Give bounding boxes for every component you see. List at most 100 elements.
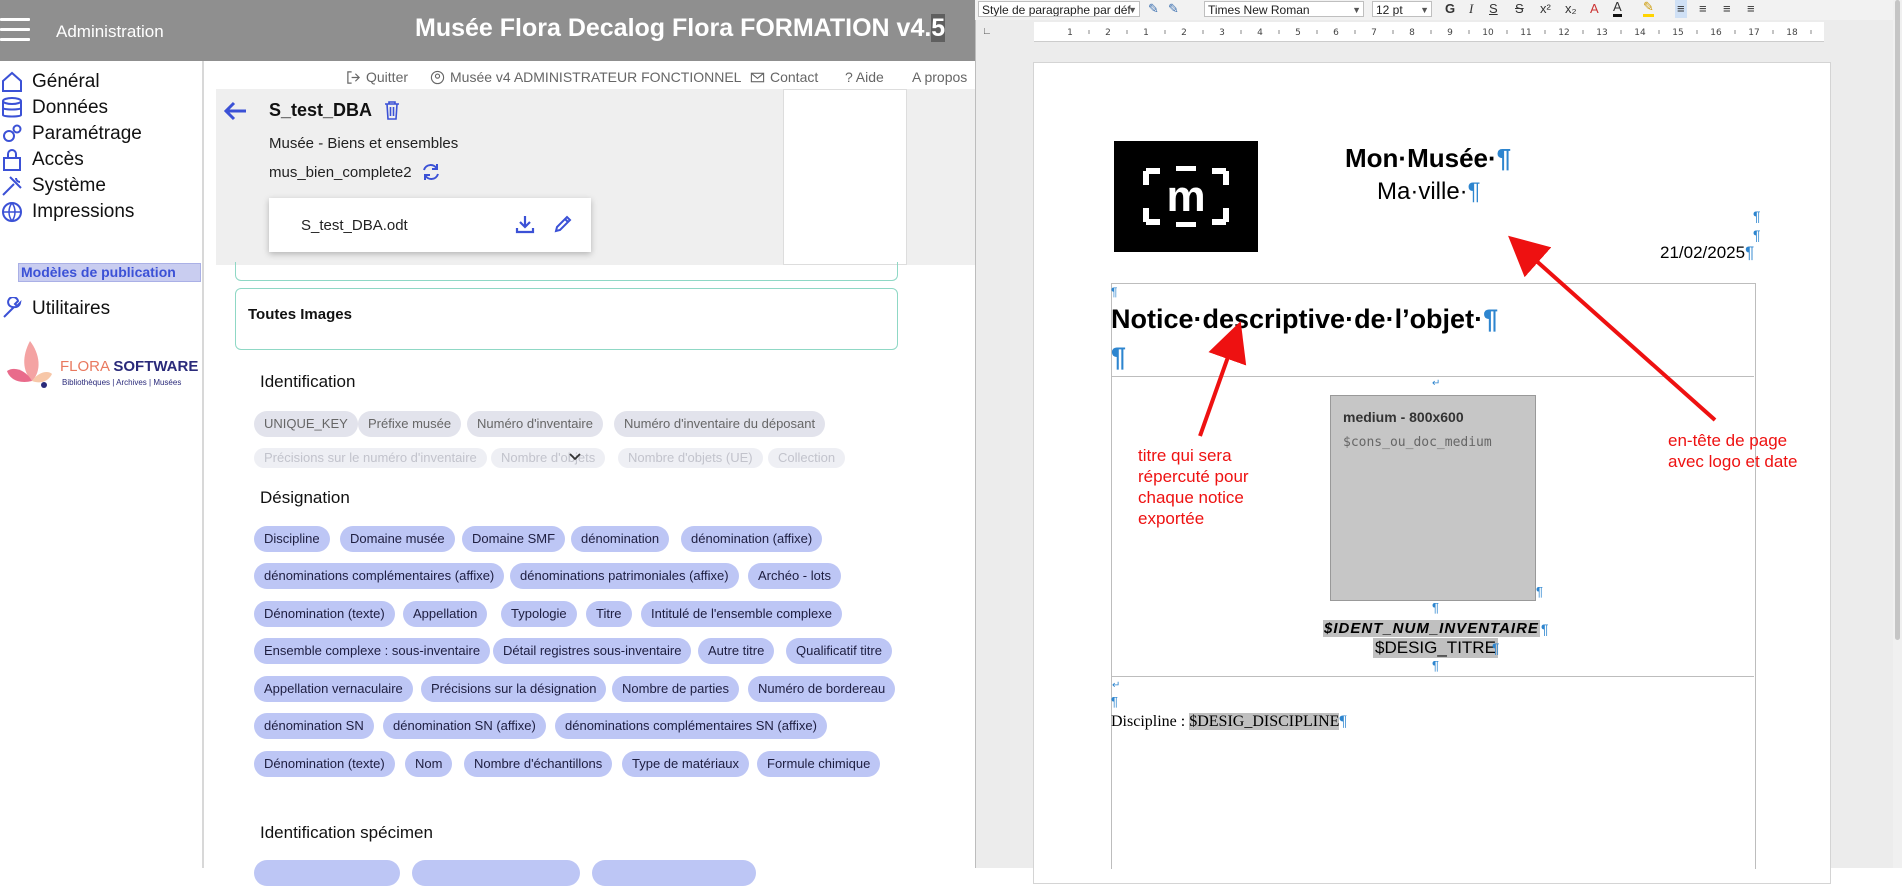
- bold-icon[interactable]: G: [1445, 0, 1455, 18]
- image-placeholder[interactable]: medium - 800x600 $cons_ou_doc_medium: [1330, 395, 1536, 601]
- field-chip[interactable]: UNIQUE_KEY: [254, 411, 358, 437]
- style-new-icon[interactable]: ✎: [1168, 0, 1179, 18]
- field-chip[interactable]: Typologie: [501, 601, 577, 627]
- field-chip[interactable]: dénomination (affixe): [681, 526, 823, 552]
- field-chip[interactable]: Dénomination (texte): [254, 601, 395, 627]
- file-name: S_test_DBA.odt: [301, 217, 408, 234]
- italic-icon[interactable]: I: [1469, 0, 1473, 18]
- ruler-number: 1: [1067, 28, 1073, 38]
- field-chip[interactable]: Domaine SMF: [462, 526, 566, 552]
- highlight-icon[interactable]: ✎: [1643, 0, 1654, 17]
- ruler-number: 18: [1786, 28, 1798, 38]
- field-chip[interactable]: Domaine musée: [340, 526, 455, 552]
- about-link[interactable]: A propos: [912, 69, 967, 85]
- field-chip-faded[interactable]: Nombre d'objets: [491, 448, 606, 468]
- field-chip[interactable]: Numéro d'inventaire du déposant: [614, 411, 826, 437]
- download-icon[interactable]: [515, 214, 535, 234]
- style-update-icon[interactable]: ✎: [1148, 0, 1159, 18]
- align-left-icon[interactable]: ≡: [1675, 0, 1687, 18]
- paragraph-style-select[interactable]: Style de paragraphe par déf ▼: [978, 1, 1140, 17]
- field-chip[interactable]: dénominations patrimoniales (affixe): [510, 563, 739, 589]
- back-arrow-icon[interactable]: [222, 97, 250, 125]
- sidebar-item-donnees[interactable]: Données: [0, 95, 108, 121]
- superscript-icon[interactable]: x²: [1540, 0, 1551, 18]
- sidebar-item-label: Données: [32, 97, 109, 118]
- field-chip[interactable]: dénominations complémentaires SN (affixe…: [555, 713, 827, 739]
- clear-formatting-icon[interactable]: A: [1590, 0, 1599, 18]
- field-chip[interactable]: Détail registres sous-inventaire: [493, 638, 692, 664]
- sidebar-item-impressions[interactable]: Impressions: [0, 199, 134, 225]
- sidebar-item-utilitaires[interactable]: Utilitaires: [0, 296, 110, 322]
- field-chip[interactable]: dénomination SN: [254, 713, 374, 739]
- font-size-select[interactable]: 12 pt ▼: [1372, 1, 1432, 17]
- hamburger-menu-icon[interactable]: [0, 18, 30, 42]
- align-center-icon[interactable]: ≡: [1699, 0, 1707, 18]
- field-chip[interactable]: [254, 860, 400, 886]
- field-chip[interactable]: Intitulé de l'ensemble complexe: [641, 601, 842, 627]
- field-chip[interactable]: dénomination SN (affixe): [383, 713, 546, 739]
- sidebar-item-acces[interactable]: Accès: [0, 147, 84, 173]
- align-justify-icon[interactable]: ≡: [1747, 0, 1755, 18]
- tab-stop-icon[interactable]: ∟: [982, 26, 992, 37]
- font-name-select[interactable]: Times New Roman ▼: [1204, 1, 1364, 17]
- field-chip[interactable]: Archéo - lots: [748, 563, 841, 589]
- chevron-down-icon[interactable]: [568, 452, 582, 462]
- sidebar-item-systeme[interactable]: Système: [0, 173, 106, 199]
- field-chip[interactable]: Appellation vernaculaire: [254, 676, 413, 702]
- field-chip[interactable]: Appellation: [403, 601, 488, 627]
- ruler[interactable]: 1 2 1 2 3 4 5 6 7 8 9 10 11 12 13 14 15 16 17 18: [1034, 22, 1824, 42]
- field-chip[interactable]: dénominations complémentaires (affixe): [254, 563, 505, 589]
- field-chip-faded[interactable]: Collection: [768, 448, 846, 468]
- field-chip-faded[interactable]: Nombre d'objets (UE): [618, 448, 763, 468]
- align-right-icon[interactable]: ≡: [1723, 0, 1731, 18]
- field-chip[interactable]: Préfixe musée: [358, 411, 462, 437]
- edit-pencil-icon[interactable]: [553, 214, 573, 234]
- field-chip[interactable]: dénomination: [571, 526, 670, 552]
- quit-link[interactable]: Quitter: [346, 69, 408, 85]
- field-chip[interactable]: Ensemble complexe : sous-inventaire: [254, 638, 491, 664]
- ruler-number: 14: [1634, 28, 1646, 38]
- underline-icon[interactable]: S: [1489, 0, 1498, 18]
- field-chip[interactable]: Numéro de bordereau: [748, 676, 896, 702]
- user-link[interactable]: Musée v4 ADMINISTRATEUR FONCTIONNEL: [430, 69, 741, 85]
- globe-icon: [2, 202, 22, 223]
- field-chip-faded[interactable]: Précisions sur le numéro d'inventaire: [254, 448, 487, 468]
- field-chip[interactable]: Numéro d'inventaire: [467, 411, 603, 437]
- field-chip[interactable]: Dénomination (texte): [254, 751, 395, 777]
- pilcrow-stack: ¶ ¶: [1753, 207, 1761, 245]
- field-chip[interactable]: Précisions sur la désignation: [421, 676, 607, 702]
- sidebar-item-general[interactable]: Général: [0, 69, 100, 95]
- field-chip[interactable]: Discipline: [254, 526, 330, 552]
- sidebar-subitem-modeles-publication[interactable]: Modèles de publication: [18, 263, 201, 282]
- trash-icon[interactable]: [383, 100, 401, 120]
- font-color-icon[interactable]: A: [1613, 0, 1622, 17]
- table-row-divider: [1111, 376, 1754, 377]
- field-chip[interactable]: Nom: [405, 751, 453, 777]
- contact-link[interactable]: Contact: [750, 69, 818, 85]
- help-link[interactable]: ? Aide: [845, 69, 884, 85]
- images-card[interactable]: Toutes Images: [235, 288, 898, 350]
- refresh-icon[interactable]: [421, 162, 441, 182]
- field-chip[interactable]: Titre: [586, 601, 632, 627]
- sidebar-item-parametrage[interactable]: Paramétrage: [0, 121, 142, 147]
- field-chip[interactable]: Formule chimique: [757, 751, 881, 777]
- scrollbar-thumb[interactable]: [1895, 0, 1900, 640]
- field-chip[interactable]: Type de matériaux: [622, 751, 749, 777]
- doc-ident-field[interactable]: $IDENT_NUM_INVENTAIRE: [1323, 620, 1540, 637]
- chevron-down-icon: ▼: [1352, 5, 1361, 15]
- ruler-number: 11: [1520, 28, 1531, 38]
- logo-letter: m: [1166, 171, 1206, 221]
- strikethrough-icon[interactable]: S: [1515, 0, 1524, 18]
- field-chip[interactable]: Autre titre: [698, 638, 775, 664]
- doc-desig-field[interactable]: $DESIG_TITRE: [1373, 638, 1498, 658]
- image-placeholder-variable: $cons_ou_doc_medium: [1343, 435, 1492, 450]
- annotation-line: chaque notice: [1138, 488, 1244, 507]
- ruler-number: 6: [1333, 28, 1339, 38]
- field-chip[interactable]: Qualificatif titre: [786, 638, 892, 664]
- field-chip[interactable]: [412, 860, 580, 886]
- discipline-field[interactable]: $DESIG_DISCIPLINE: [1189, 713, 1340, 730]
- subscript-icon[interactable]: x₂: [1565, 0, 1577, 18]
- field-chip[interactable]: [592, 860, 756, 886]
- field-chip[interactable]: Nombre de parties: [612, 676, 739, 702]
- field-chip[interactable]: Nombre d'échantillons: [464, 751, 613, 777]
